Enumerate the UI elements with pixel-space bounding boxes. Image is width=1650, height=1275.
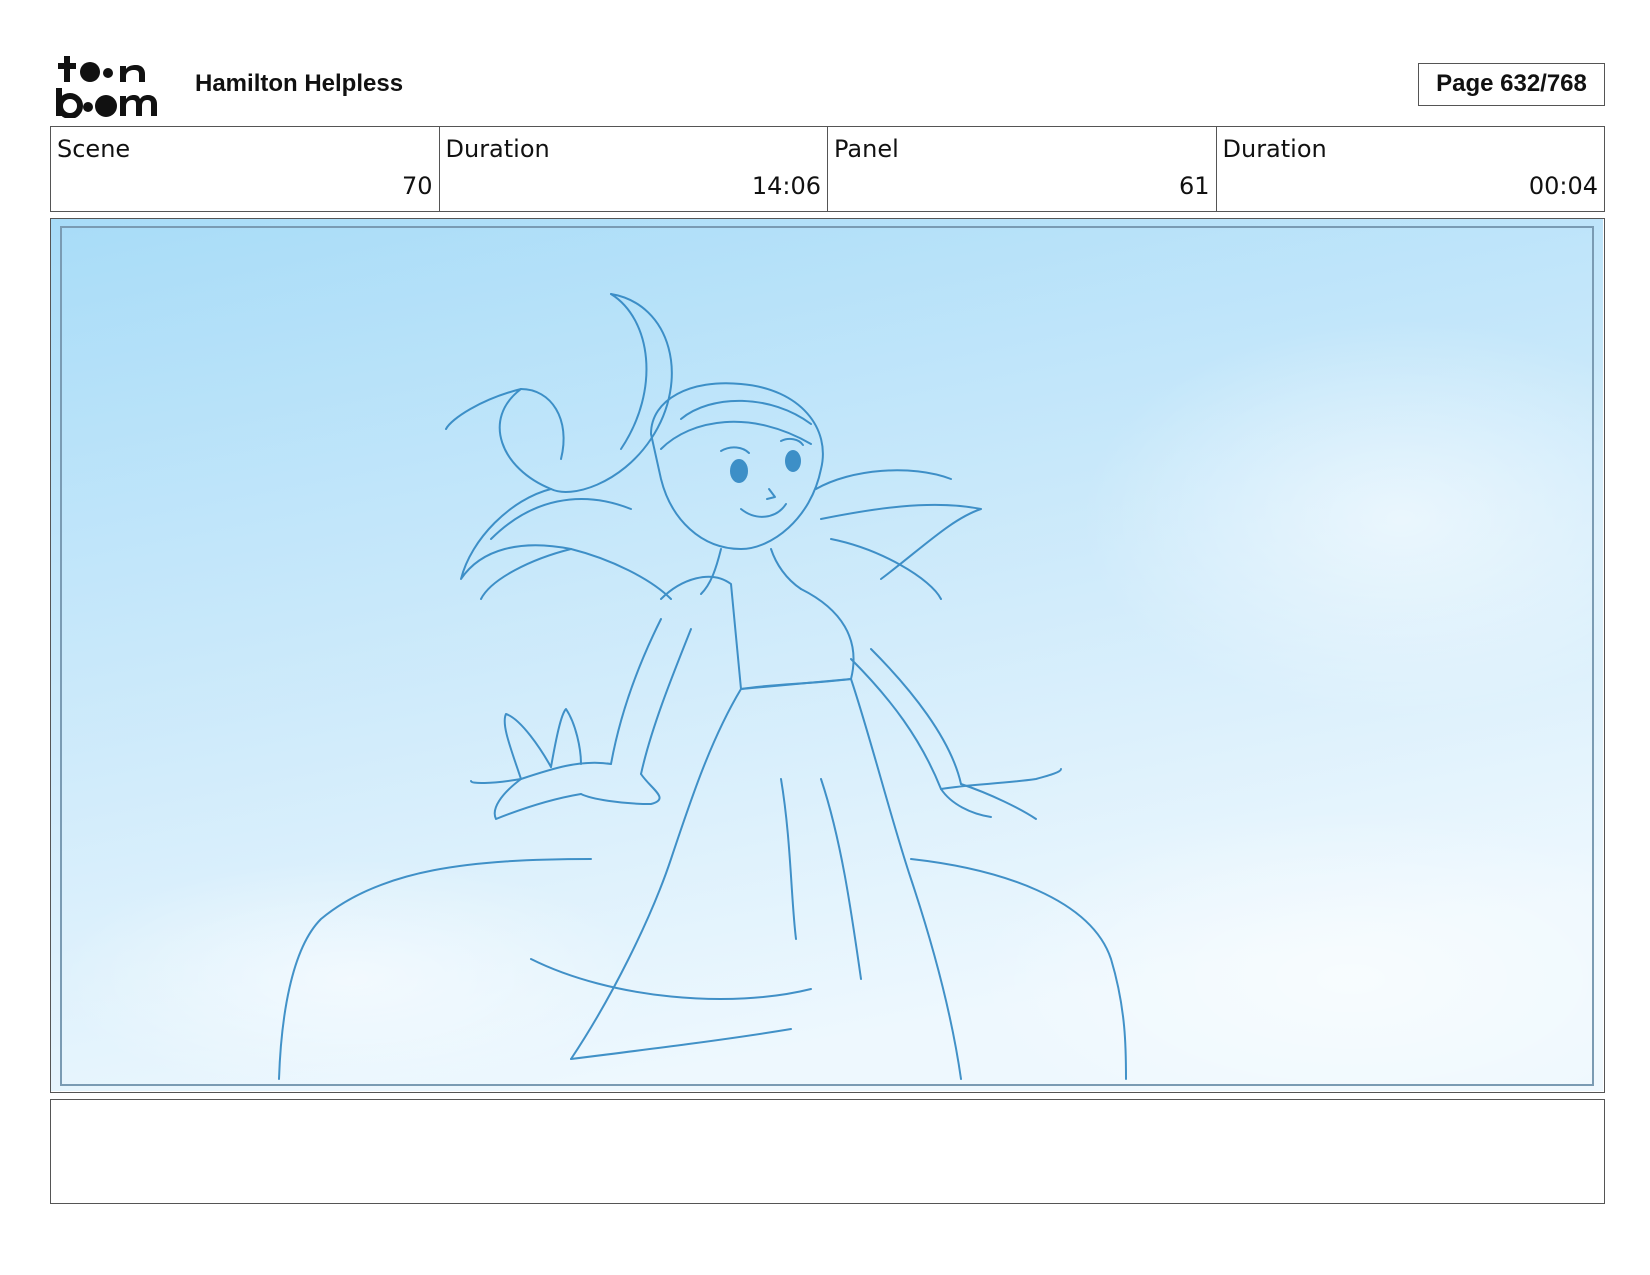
page-indicator: Page 632/768 [1418, 63, 1605, 106]
scene-duration-cell: Duration 14:06 [440, 127, 828, 211]
scene-duration-value: 14:06 [751, 172, 821, 200]
panel-duration-label: Duration [1222, 135, 1327, 163]
panel-value: 61 [1178, 172, 1210, 200]
panel-duration-cell: Duration 00:04 [1217, 127, 1605, 211]
panel-duration-value: 00:04 [1528, 172, 1598, 200]
scene-label: Scene [57, 135, 131, 163]
toon-boom-logo [54, 54, 170, 119]
project-title: Hamilton Helpless [195, 70, 404, 97]
panel-sketch-image [51, 219, 1603, 1091]
panel-notes-box [50, 1099, 1605, 1204]
scene-duration-label: Duration [445, 135, 550, 163]
panel-cell: Panel 61 [828, 127, 1217, 211]
scene-info-table: Scene 70 Duration 14:06 Panel 61 Duratio… [50, 126, 1605, 212]
scene-value: 70 [401, 172, 433, 200]
scene-cell: Scene 70 [51, 127, 440, 211]
panel-label: Panel [834, 135, 899, 163]
storyboard-panel [50, 218, 1605, 1093]
